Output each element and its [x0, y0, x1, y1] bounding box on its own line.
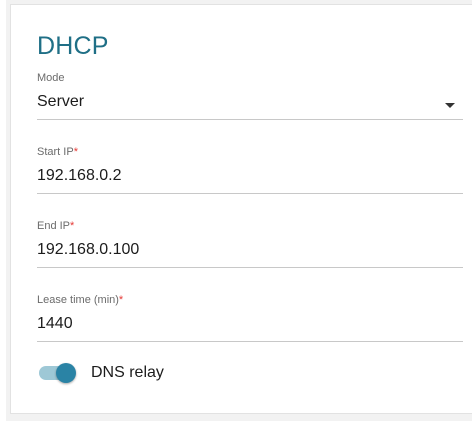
chevron-down-icon[interactable] — [445, 103, 455, 108]
end-ip-underline — [37, 267, 463, 268]
section-title: DHCP — [37, 32, 109, 60]
end-ip-field[interactable]: End IP* 192.168.0.100 — [37, 220, 463, 268]
dns-relay-label: DNS relay — [91, 364, 164, 381]
lease-time-label-text: Lease time (min) — [37, 294, 119, 306]
mode-label: Mode — [37, 72, 65, 84]
start-ip-field[interactable]: Start IP* 192.168.0.2 — [37, 146, 463, 194]
lease-time-input[interactable]: 1440 — [37, 315, 463, 333]
lease-time-field[interactable]: Lease time (min)* 1440 — [37, 294, 463, 342]
required-mark: * — [118, 294, 124, 306]
start-ip-underline — [37, 193, 463, 194]
dns-relay-toggle[interactable] — [37, 361, 77, 385]
start-ip-input[interactable]: 192.168.0.2 — [37, 167, 463, 185]
toggle-knob[interactable] — [56, 363, 76, 383]
required-mark: * — [70, 220, 75, 232]
mode-select[interactable]: Mode Server — [37, 72, 463, 120]
end-ip-label: End IP* — [37, 220, 463, 233]
dhcp-card: DHCP Mode Server Start IP* 192.168.0.2 E… — [10, 4, 472, 414]
page-background: DHCP Mode Server Start IP* 192.168.0.2 E… — [6, 0, 472, 421]
mode-underline — [37, 119, 463, 120]
start-ip-label-text: Start IP — [37, 146, 74, 158]
end-ip-label-text: End IP — [37, 220, 71, 232]
required-mark: * — [73, 146, 78, 158]
dns-relay-row: DNS relay — [37, 361, 164, 385]
mode-value[interactable]: Server — [37, 93, 463, 111]
lease-time-label: Lease time (min)* — [37, 294, 463, 307]
lease-time-underline — [37, 341, 463, 342]
end-ip-input[interactable]: 192.168.0.100 — [37, 241, 463, 259]
start-ip-label: Start IP* — [37, 146, 463, 159]
